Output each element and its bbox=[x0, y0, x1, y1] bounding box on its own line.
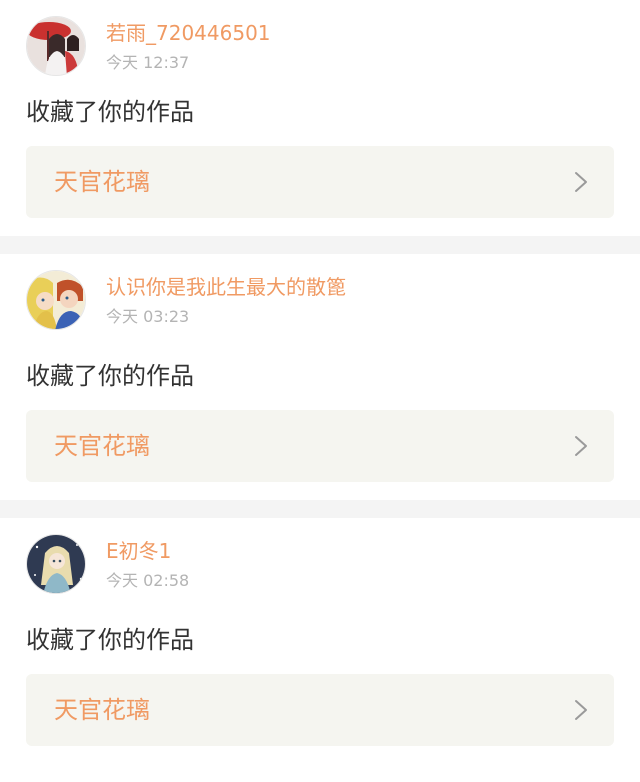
notification-card: 认识你是我此生最大的散篦 今天 03:23 收藏了你的作品 天官花璃 bbox=[0, 254, 640, 500]
work-link[interactable]: 天官花璃 bbox=[26, 146, 614, 218]
work-link[interactable]: 天官花璃 bbox=[26, 674, 614, 746]
work-title: 天官花璃 bbox=[54, 168, 150, 196]
avatar-girl-red-umbrella-icon[interactable] bbox=[26, 16, 86, 76]
avatar-anime-girl-night-icon[interactable] bbox=[26, 534, 86, 594]
work-title: 天官花璃 bbox=[54, 432, 150, 460]
work-title: 天官花璃 bbox=[54, 696, 150, 724]
notification-header: 若雨_720446501 今天 12:37 bbox=[26, 16, 606, 78]
notification-header: E初冬1 今天 02:58 bbox=[26, 534, 606, 596]
timestamp: 今天 12:37 bbox=[106, 53, 190, 72]
action-text: 收藏了你的作品 bbox=[26, 98, 194, 126]
chevron-right-icon bbox=[575, 172, 587, 192]
work-link[interactable]: 天官花璃 bbox=[26, 410, 614, 482]
timestamp: 今天 03:23 bbox=[106, 307, 190, 326]
notification-card: E初冬1 今天 02:58 收藏了你的作品 天官花璃 bbox=[0, 518, 640, 782]
avatar-anime-couple-icon[interactable] bbox=[26, 270, 86, 330]
action-text: 收藏了你的作品 bbox=[26, 626, 194, 654]
timestamp: 今天 02:58 bbox=[106, 571, 190, 590]
notification-header: 认识你是我此生最大的散篦 今天 03:23 bbox=[26, 270, 606, 332]
notification-card: 若雨_720446501 今天 12:37 收藏了你的作品 天官花璃 bbox=[0, 0, 640, 236]
username[interactable]: E初冬1 bbox=[106, 538, 171, 564]
action-text: 收藏了你的作品 bbox=[26, 362, 194, 390]
username[interactable]: 若雨_720446501 bbox=[106, 20, 271, 46]
username[interactable]: 认识你是我此生最大的散篦 bbox=[106, 274, 346, 300]
chevron-right-icon bbox=[575, 436, 587, 456]
chevron-right-icon bbox=[575, 700, 587, 720]
notification-feed: 若雨_720446501 今天 12:37 收藏了你的作品 天官花璃 认识你是我… bbox=[0, 0, 640, 782]
